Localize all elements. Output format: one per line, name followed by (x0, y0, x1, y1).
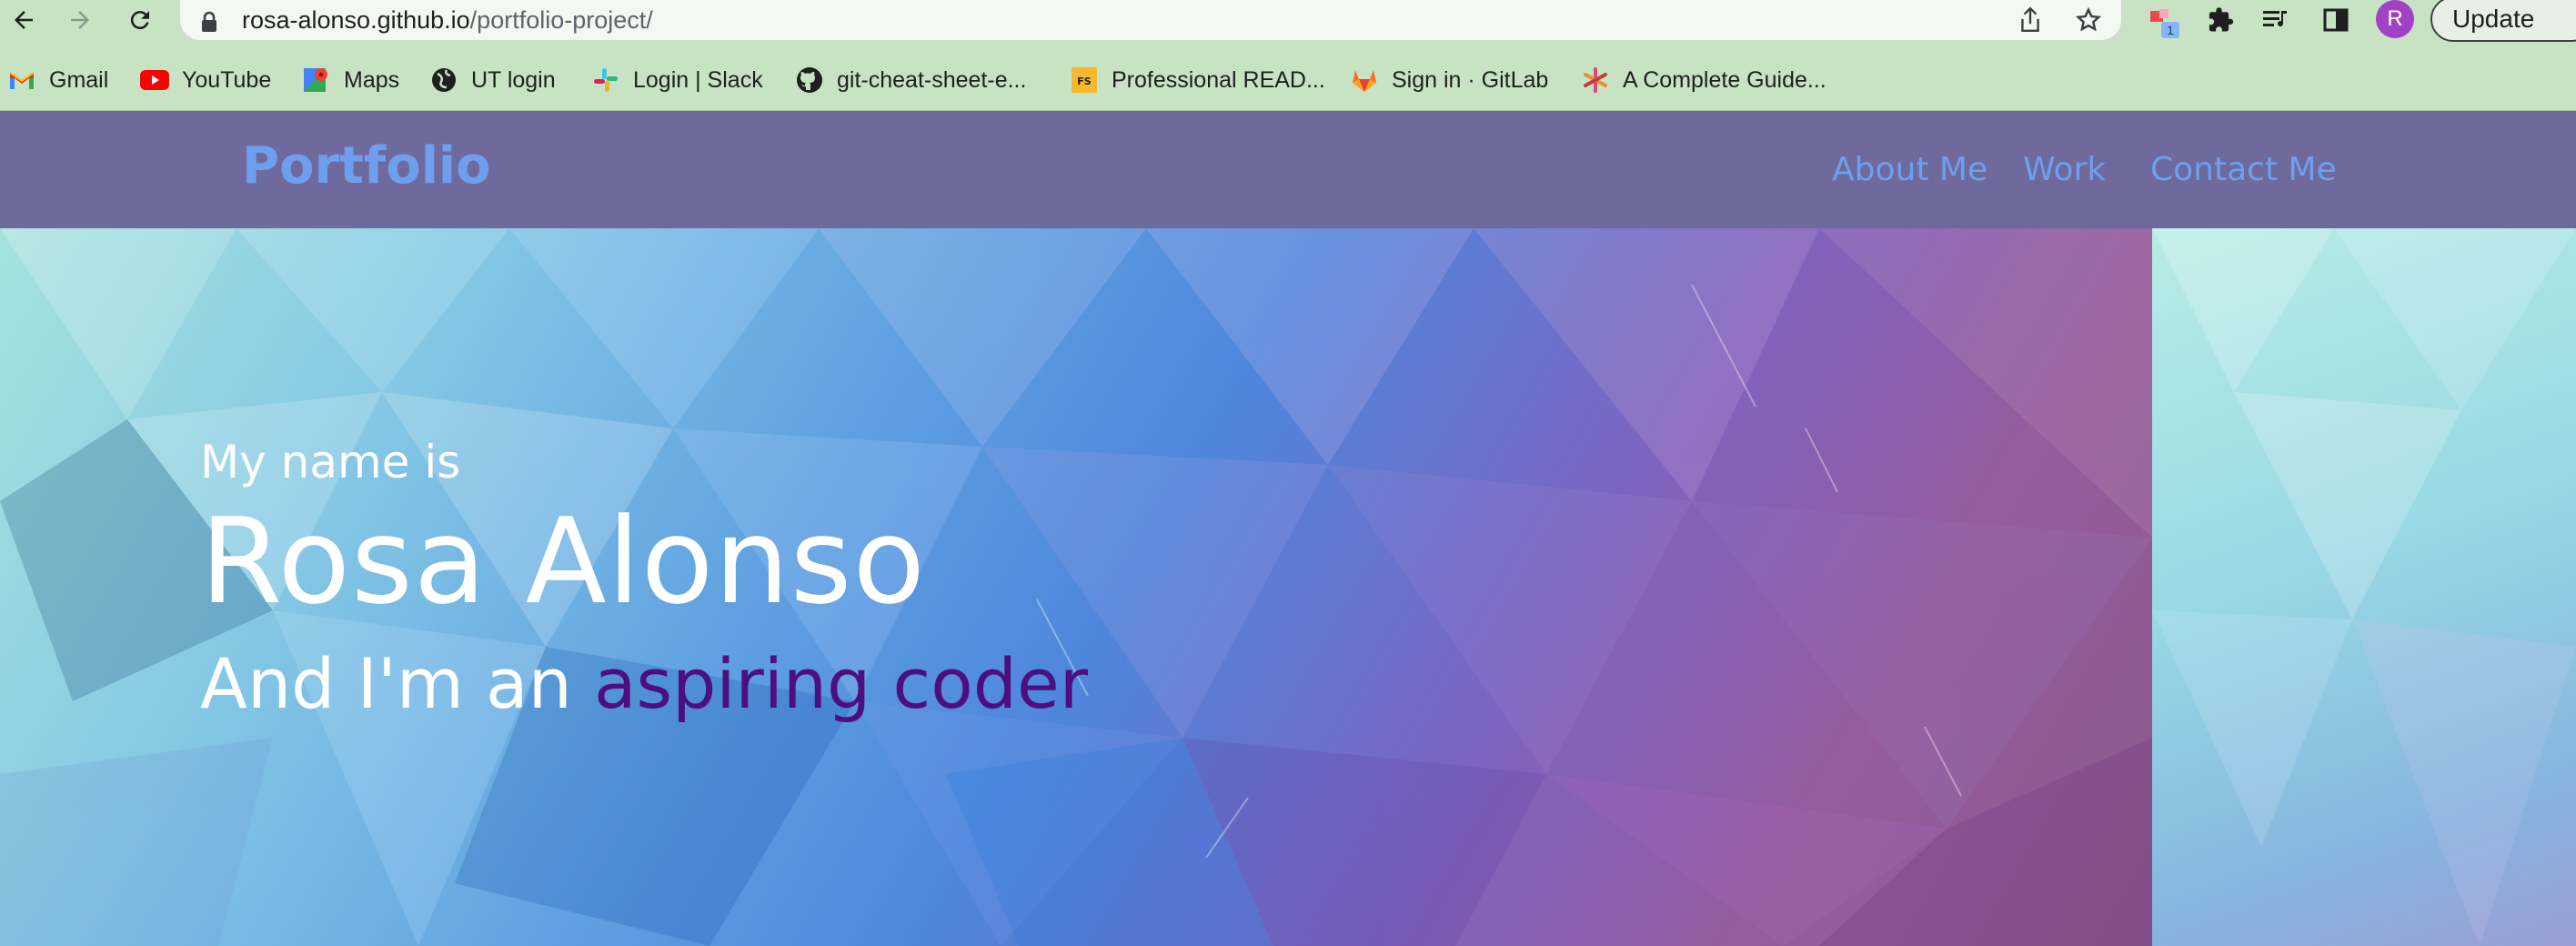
bookmark-label: Professional READ... (1112, 66, 1325, 93)
share-icon[interactable] (2016, 5, 2045, 35)
url-host: rosa-alonso.github.io (242, 6, 470, 34)
bookmark-youtube[interactable]: YouTube (140, 60, 271, 100)
gmail-icon (7, 65, 36, 95)
bookmark-professional-readme[interactable]: FS Professional READ... (1070, 60, 1325, 100)
site-navbar: Portfolio About Me Work Contact Me (0, 111, 2576, 228)
update-button[interactable]: Update (2430, 0, 2576, 42)
bookmark-ut-login[interactable]: UT login (429, 60, 556, 100)
globe-icon (429, 65, 458, 95)
profile-avatar[interactable]: R (2376, 0, 2414, 38)
hero-section: My name is Rosa Alonso And I'm an aspiri… (0, 228, 2152, 946)
url-path: /portfolio-project/ (469, 6, 653, 34)
reading-list-icon[interactable] (2259, 4, 2292, 36)
svg-text:FS: FS (1077, 75, 1092, 87)
bookmarks-bar: Gmail YouTube Maps UT login Login | Slac… (0, 60, 2576, 111)
bookmark-label: git-cheat-sheet-e... (837, 66, 1027, 93)
side-panel-icon[interactable] (2319, 4, 2352, 36)
hero-side-panel (2152, 228, 2576, 946)
bookmark-label: Gmail (49, 66, 109, 93)
back-icon[interactable] (5, 2, 42, 38)
extension-badge: 1 (2161, 22, 2179, 38)
bookmark-label: YouTube (182, 66, 272, 93)
star-icon[interactable] (2074, 5, 2103, 35)
slack-icon (591, 65, 620, 95)
bookmark-maps[interactable]: Maps (302, 60, 399, 100)
bookmark-label: Sign in · GitLab (1392, 66, 1549, 93)
bookmark-git-cheat-sheet[interactable]: git-cheat-sheet-e... (795, 60, 1026, 100)
fs-icon: FS (1070, 65, 1099, 95)
nav-about-me[interactable]: About Me (1832, 151, 1987, 188)
youtube-icon (140, 65, 169, 95)
hero-intro: My name is (200, 436, 461, 488)
bookmark-label: UT login (471, 66, 556, 93)
tagline-prefix: And I'm an (200, 643, 594, 724)
hero-name: Rosa Alonso (200, 492, 926, 630)
tagline-accent: aspiring coder (593, 643, 1088, 724)
address-bar[interactable]: rosa-alonso.github.io/portfolio-project/ (180, 0, 2121, 40)
bookmark-slack[interactable]: Login | Slack (591, 60, 763, 100)
gitlab-icon (1350, 65, 1379, 95)
bookmark-gmail[interactable]: Gmail (7, 60, 108, 100)
maps-icon (302, 65, 331, 95)
lock-icon[interactable] (200, 11, 218, 36)
bookmark-label: Maps (344, 66, 400, 93)
github-icon (795, 65, 824, 95)
bookmark-complete-guide[interactable]: A Complete Guide... (1581, 60, 1826, 100)
bookmark-label: Login | Slack (633, 66, 763, 93)
site-brand[interactable]: Portfolio (242, 136, 491, 196)
puzzle-icon[interactable] (2205, 4, 2238, 36)
reload-icon[interactable] (122, 2, 158, 38)
asterisk-icon (1581, 65, 1610, 95)
nav-contact-me[interactable]: Contact Me (2150, 151, 2337, 188)
url-text[interactable]: rosa-alonso.github.io/portfolio-project/ (242, 4, 653, 36)
hero-tagline: And I'm an aspiring coder (200, 643, 1088, 724)
browser-toolbar: rosa-alonso.github.io/portfolio-project/… (0, 0, 2576, 42)
bookmark-label: A Complete Guide... (1623, 66, 1826, 93)
nav-work[interactable]: Work (2023, 151, 2106, 188)
bookmark-gitlab[interactable]: Sign in · GitLab (1350, 60, 1548, 100)
forward-icon[interactable] (62, 2, 98, 38)
side-background-pattern (2152, 228, 2576, 946)
